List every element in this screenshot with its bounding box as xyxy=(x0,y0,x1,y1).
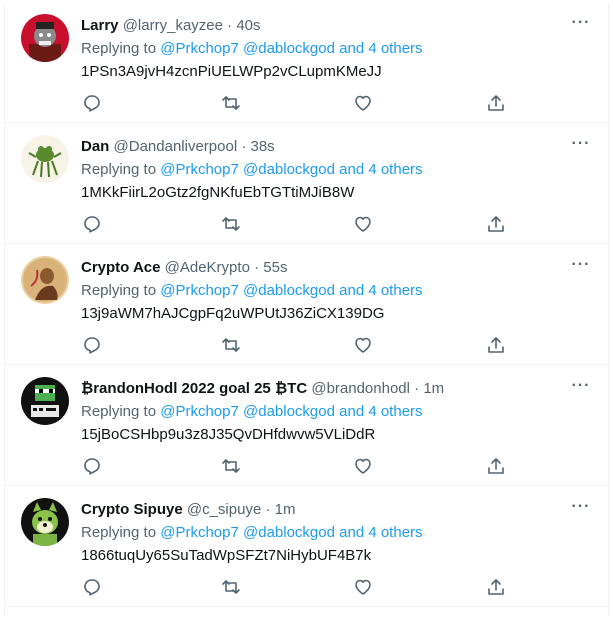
tweet-text: 15jBoCSHbp9u3z8J35QvDHfdwvw5VLiDdR xyxy=(81,426,376,443)
tweet-header: Crypto Ace @AdeKrypto · 55s xyxy=(81,259,287,277)
others-link[interactable]: and 4 others xyxy=(339,40,422,57)
more-options-icon[interactable]: ··· xyxy=(571,134,591,154)
retweet-icon[interactable] xyxy=(220,213,242,235)
user-handle[interactable]: @c_sipuye xyxy=(187,501,261,518)
more-options-icon[interactable]: ··· xyxy=(571,255,591,275)
painting-avatar-icon[interactable] xyxy=(21,256,69,304)
others-link[interactable]: and 4 others xyxy=(339,161,422,178)
tweet-header: Crypto Sipuye @c_sipuye · 1m xyxy=(81,501,295,519)
replying-to: Replying to @Prkchop7 @dablockgod and 4 … xyxy=(81,160,423,179)
others-link[interactable]: and 4 others xyxy=(339,403,422,420)
replying-to: Replying to @Prkchop7 @dablockgod and 4 … xyxy=(81,281,423,300)
mention-link[interactable]: @Prkchop7 xyxy=(160,282,239,299)
mention-link[interactable]: @dablockgod xyxy=(243,524,335,541)
like-heart-icon[interactable] xyxy=(352,576,374,598)
tweet-text: 1MKkFiirL2oGtz2fgNKfuEbTGTtiMJiB8W xyxy=(81,184,355,201)
like-heart-icon[interactable] xyxy=(352,455,374,477)
reply-icon[interactable] xyxy=(81,576,103,598)
more-options-icon[interactable]: ··· xyxy=(571,376,591,396)
separator-dot: · xyxy=(265,501,271,518)
timestamp[interactable]: 1m xyxy=(423,380,444,397)
mention-link[interactable]: @dablockgod xyxy=(243,161,335,178)
more-options-icon[interactable]: ··· xyxy=(571,497,591,517)
tweet-header: ₿randonHodl 2022 goal 25 ₿TC @brandonhod… xyxy=(81,380,444,398)
share-icon[interactable] xyxy=(485,213,507,235)
replying-prefix: Replying to xyxy=(81,524,161,541)
tweet[interactable]: Larry @larry_kayzee · 40s ··· Replying t… xyxy=(4,3,609,123)
mention-link[interactable]: @Prkchop7 xyxy=(160,524,239,541)
like-heart-icon[interactable] xyxy=(352,213,374,235)
user-handle[interactable]: @Dandanliverpool xyxy=(114,138,238,155)
tweet[interactable]: ₿randonHodl 2022 goal 25 ₿TC @brandonhod… xyxy=(4,366,609,486)
like-heart-icon[interactable] xyxy=(352,334,374,356)
display-name[interactable]: Crypto Sipuye xyxy=(81,501,183,518)
more-options-icon[interactable]: ··· xyxy=(571,13,591,33)
user-handle[interactable]: @larry_kayzee xyxy=(123,17,223,34)
tweet-text: 13j9aWM7hAJCgpFq2uWPUtJ36ZiCX139DG xyxy=(81,305,385,322)
reply-icon[interactable] xyxy=(81,213,103,235)
replying-prefix: Replying to xyxy=(81,282,161,299)
replying-prefix: Replying to xyxy=(81,403,161,420)
separator-dot: · xyxy=(254,259,260,276)
tweet[interactable]: Crypto Sipuye @c_sipuye · 1m ··· Replyin… xyxy=(4,487,609,607)
timestamp[interactable]: 55s xyxy=(263,259,287,276)
ape-avatar-icon[interactable] xyxy=(21,14,69,62)
retweet-icon[interactable] xyxy=(220,576,242,598)
tweet-header: Larry @larry_kayzee · 40s xyxy=(81,17,261,35)
pixel-pepe-avatar-icon[interactable] xyxy=(21,377,69,425)
reply-icon[interactable] xyxy=(81,334,103,356)
separator-dot: · xyxy=(227,17,233,34)
share-icon[interactable] xyxy=(485,92,507,114)
tweet-header: Dan @Dandanliverpool · 38s xyxy=(81,138,275,156)
frog-avatar-icon[interactable] xyxy=(21,135,69,183)
mention-link[interactable]: @dablockgod xyxy=(243,40,335,57)
separator-dot: · xyxy=(414,380,420,397)
user-handle[interactable]: @AdeKrypto xyxy=(165,259,250,276)
timestamp[interactable]: 38s xyxy=(251,138,275,155)
share-icon[interactable] xyxy=(485,455,507,477)
shiba-avatar-icon[interactable] xyxy=(21,498,69,546)
mention-link[interactable]: @dablockgod xyxy=(243,403,335,420)
user-handle[interactable]: @brandonhodl xyxy=(311,380,410,397)
replying-prefix: Replying to xyxy=(81,40,161,57)
others-link[interactable]: and 4 others xyxy=(339,524,422,541)
tweet[interactable]: Crypto Ace @AdeKrypto · 55s ··· Replying… xyxy=(4,245,609,365)
tweet-actions xyxy=(4,213,609,235)
tweet-actions xyxy=(4,334,609,356)
share-icon[interactable] xyxy=(485,576,507,598)
tweet-text: 1866tuqUy65SuTadWpSFZt7NiHybUF4B7k xyxy=(81,547,372,564)
tweet[interactable]: Dan @Dandanliverpool · 38s ··· Replying … xyxy=(4,124,609,244)
display-name[interactable]: Crypto Ace xyxy=(81,259,160,276)
reply-icon[interactable] xyxy=(81,92,103,114)
mention-link[interactable]: @Prkchop7 xyxy=(160,40,239,57)
mention-link[interactable]: @dablockgod xyxy=(243,282,335,299)
like-heart-icon[interactable] xyxy=(352,92,374,114)
timestamp[interactable]: 40s xyxy=(236,17,260,34)
retweet-icon[interactable] xyxy=(220,455,242,477)
replying-to: Replying to @Prkchop7 @dablockgod and 4 … xyxy=(81,523,423,542)
tweet-actions xyxy=(4,576,609,598)
share-icon[interactable] xyxy=(485,334,507,356)
separator-dot: · xyxy=(241,138,247,155)
retweet-icon[interactable] xyxy=(220,334,242,356)
replying-to: Replying to @Prkchop7 @dablockgod and 4 … xyxy=(81,402,423,421)
tweet-actions xyxy=(4,455,609,477)
mention-link[interactable]: @Prkchop7 xyxy=(160,161,239,178)
mention-link[interactable]: @Prkchop7 xyxy=(160,403,239,420)
others-link[interactable]: and 4 others xyxy=(339,282,422,299)
replying-to: Replying to @Prkchop7 @dablockgod and 4 … xyxy=(81,39,423,58)
display-name[interactable]: ₿randonHodl 2022 goal 25 ₿TC xyxy=(81,380,307,397)
tweet-actions xyxy=(4,92,609,114)
tweet-text: 1PSn3A9jvH4zcnPiUELWPp2vCLupmKMeJJ xyxy=(81,63,382,80)
timestamp[interactable]: 1m xyxy=(275,501,296,518)
replying-prefix: Replying to xyxy=(81,161,161,178)
retweet-icon[interactable] xyxy=(220,92,242,114)
reply-icon[interactable] xyxy=(81,455,103,477)
display-name[interactable]: Dan xyxy=(81,138,109,155)
display-name[interactable]: Larry xyxy=(81,17,119,34)
